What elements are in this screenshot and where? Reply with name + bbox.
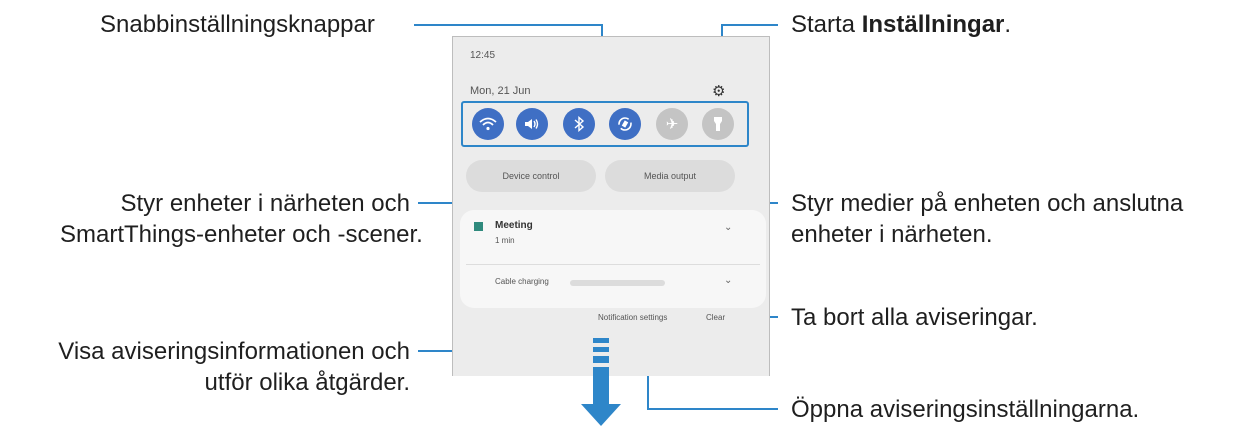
app-icon <box>474 222 483 231</box>
airplane-icon[interactable]: ✈ <box>656 108 688 140</box>
callout-notification-info: Visa aviseringsinformationen och utför o… <box>58 338 410 396</box>
charging-progress <box>570 280 665 286</box>
callout-settings: Starta Inställningar. <box>791 11 1012 38</box>
callout-quick-buttons: Snabbinställningsknappar <box>100 11 375 38</box>
divider <box>466 264 760 265</box>
device-control-button[interactable]: Device control <box>466 160 596 192</box>
settings-gear-icon[interactable]: ⚙ <box>712 82 725 100</box>
callout-nearby-devices: Styr enheter i närheten och SmartThings-… <box>60 190 423 248</box>
wifi-icon[interactable] <box>472 108 504 140</box>
charging-label: Cable charging <box>495 277 549 286</box>
sound-icon[interactable] <box>516 108 548 140</box>
bluetooth-icon[interactable] <box>563 108 595 140</box>
notification-title: Meeting <box>495 220 533 231</box>
auto-rotate-icon[interactable] <box>609 108 641 140</box>
chevron-down-icon[interactable]: ⌄ <box>724 222 732 233</box>
status-time: 12:45 <box>470 50 496 61</box>
clear-button[interactable]: Clear <box>706 313 725 322</box>
callout-clear: Ta bort alla aviseringar. <box>791 304 1038 331</box>
callout-notification-settings: Öppna aviseringsinställningarna. <box>791 396 1140 423</box>
status-date: Mon, 21 Jun <box>470 85 531 97</box>
chevron-down-icon[interactable]: ⌄ <box>724 275 732 286</box>
notification-settings-link[interactable]: Notification settings <box>598 313 667 322</box>
notification-subtitle: 1 min <box>495 236 515 245</box>
media-output-button[interactable]: Media output <box>605 160 735 192</box>
callout-media: Styr medier på enheten och anslutna enhe… <box>791 190 1184 248</box>
flashlight-icon[interactable] <box>702 108 734 140</box>
